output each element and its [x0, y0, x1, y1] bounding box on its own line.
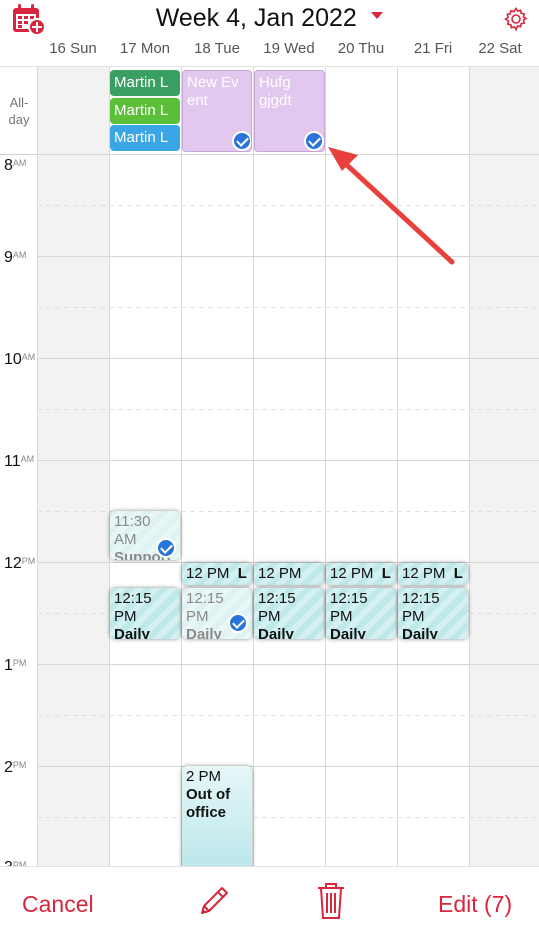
event-title: L: [453, 565, 463, 582]
hour-label-10am: 10AM: [4, 351, 36, 368]
column-divider: [37, 67, 38, 866]
hour-label-9am: 9AM: [4, 249, 27, 266]
half-hour-line: [37, 409, 539, 410]
gear-icon[interactable]: [503, 6, 529, 32]
allday-event-selected[interactable]: Hufg gjgdt: [254, 70, 325, 152]
column-divider: [469, 67, 470, 866]
hour-line: [37, 766, 539, 767]
event-noon[interactable]: 12 PM L: [326, 563, 396, 585]
event-daily[interactable]: 12:15 PM Daily: [326, 588, 396, 639]
bottom-toolbar: Cancel Edit (7): [0, 866, 539, 934]
event-title: Out of: [186, 786, 231, 803]
column-divider: [109, 67, 110, 866]
allday-label-line: All-: [9, 95, 29, 110]
day-header-row: 16 Sun 17 Mon 18 Tue 19 Wed 20 Thu 21 Fr…: [0, 40, 539, 60]
edit-button[interactable]: Edit (7): [438, 891, 512, 918]
checkmark-icon: [156, 538, 176, 558]
allday-event[interactable]: Martin L: [110, 70, 180, 96]
event-daily-selected[interactable]: 12:15 PM Daily: [182, 588, 252, 639]
hour-line: [37, 154, 539, 155]
trash-icon[interactable]: [316, 881, 346, 921]
event-title: ent: [187, 92, 208, 109]
top-bar: Week 4, Jan 2022 16 Sun 17 Mon 18 Tue 19…: [0, 0, 539, 66]
allday-label: All- day: [2, 94, 36, 128]
event-daily[interactable]: 12:15 PM Daily: [110, 588, 180, 639]
event-time: 12:15 PM: [258, 590, 296, 625]
event-time: 12 PM: [186, 565, 230, 582]
weekend-column-sat: [469, 67, 539, 866]
week-title: Week 4, Jan 2022: [155, 4, 357, 32]
event-title: New Ev: [187, 74, 239, 91]
column-divider: [325, 67, 326, 866]
event-time: 12:15 PM: [402, 590, 440, 625]
allday-event[interactable]: Martin L: [110, 98, 180, 124]
week-grid[interactable]: All- day 8AM 9AM 10AM 11AM 12PM 1PM 2PM …: [0, 66, 539, 866]
day-header-tue[interactable]: 18 Tue: [181, 40, 253, 57]
hour-line: [37, 256, 539, 257]
day-header-thu[interactable]: 20 Thu: [325, 40, 397, 57]
day-header-fri[interactable]: 21 Fri: [397, 40, 469, 57]
allday-event-selected[interactable]: New Ev ent: [182, 70, 252, 152]
hour-label-11am: 11AM: [4, 453, 35, 470]
column-divider: [397, 67, 398, 866]
event-title: Daily: [330, 626, 366, 639]
column-divider: [253, 67, 254, 866]
event-noon[interactable]: 12 PM L: [182, 563, 252, 585]
caret-down-icon: [371, 12, 384, 19]
cancel-button[interactable]: Cancel: [22, 891, 94, 918]
hour-line: [37, 358, 539, 359]
event-support[interactable]: 11:30 AM Support: [110, 511, 180, 560]
half-hour-line: [37, 817, 539, 818]
hour-label-2pm: 2PM: [4, 759, 27, 776]
day-header-wed[interactable]: 19 Wed: [253, 40, 325, 57]
half-hour-line: [37, 307, 539, 308]
allday-label-line: day: [8, 112, 30, 127]
hour-line: [37, 664, 539, 665]
event-title: L: [381, 565, 391, 582]
event-title: Daily: [402, 626, 438, 639]
event-noon[interactable]: 12 PM L: [398, 563, 468, 585]
weekend-column-sun: [37, 67, 109, 866]
event-title: office: [186, 804, 227, 821]
event-time: 12:15 PM: [330, 590, 368, 625]
event-time: 12 PM: [258, 565, 302, 582]
event-time: 12 PM: [402, 565, 446, 582]
hour-label-1pm: 1PM: [4, 657, 27, 674]
hour-label-3pm: 3PM: [4, 859, 27, 866]
hour-label-8am: 8AM: [4, 157, 27, 174]
hour-line: [37, 460, 539, 461]
day-header-mon[interactable]: 17 Mon: [109, 40, 181, 57]
event-title: Hufg: [259, 74, 291, 91]
event-title: Daily: [114, 626, 150, 639]
checkmark-icon: [228, 613, 248, 633]
event-daily[interactable]: 12:15 PM Daily: [254, 588, 324, 639]
event-noon[interactable]: 12 PM: [254, 563, 324, 585]
week-title-button[interactable]: Week 4, Jan 2022: [0, 4, 539, 33]
day-header-sun[interactable]: 16 Sun: [37, 40, 109, 57]
day-header-sat[interactable]: 22 Sat: [464, 40, 536, 57]
half-hour-line: [37, 205, 539, 206]
allday-event[interactable]: Martin L: [110, 125, 180, 151]
event-time: 12:15 PM: [114, 590, 152, 625]
event-title: L: [237, 565, 247, 582]
column-divider: [181, 67, 182, 866]
checkmark-icon: [304, 131, 324, 151]
event-time: 12 PM: [330, 565, 374, 582]
event-out-of-office[interactable]: 2 PM Out of office: [182, 766, 252, 866]
pencil-icon[interactable]: [196, 883, 232, 919]
half-hour-line: [37, 715, 539, 716]
event-title: Daily: [258, 626, 294, 639]
event-time: 2 PM: [186, 768, 222, 785]
hour-label-12pm: 12PM: [4, 555, 36, 572]
checkmark-icon: [232, 131, 251, 151]
event-daily[interactable]: 12:15 PM Daily: [398, 588, 468, 639]
event-title: gjgdt: [259, 92, 292, 109]
